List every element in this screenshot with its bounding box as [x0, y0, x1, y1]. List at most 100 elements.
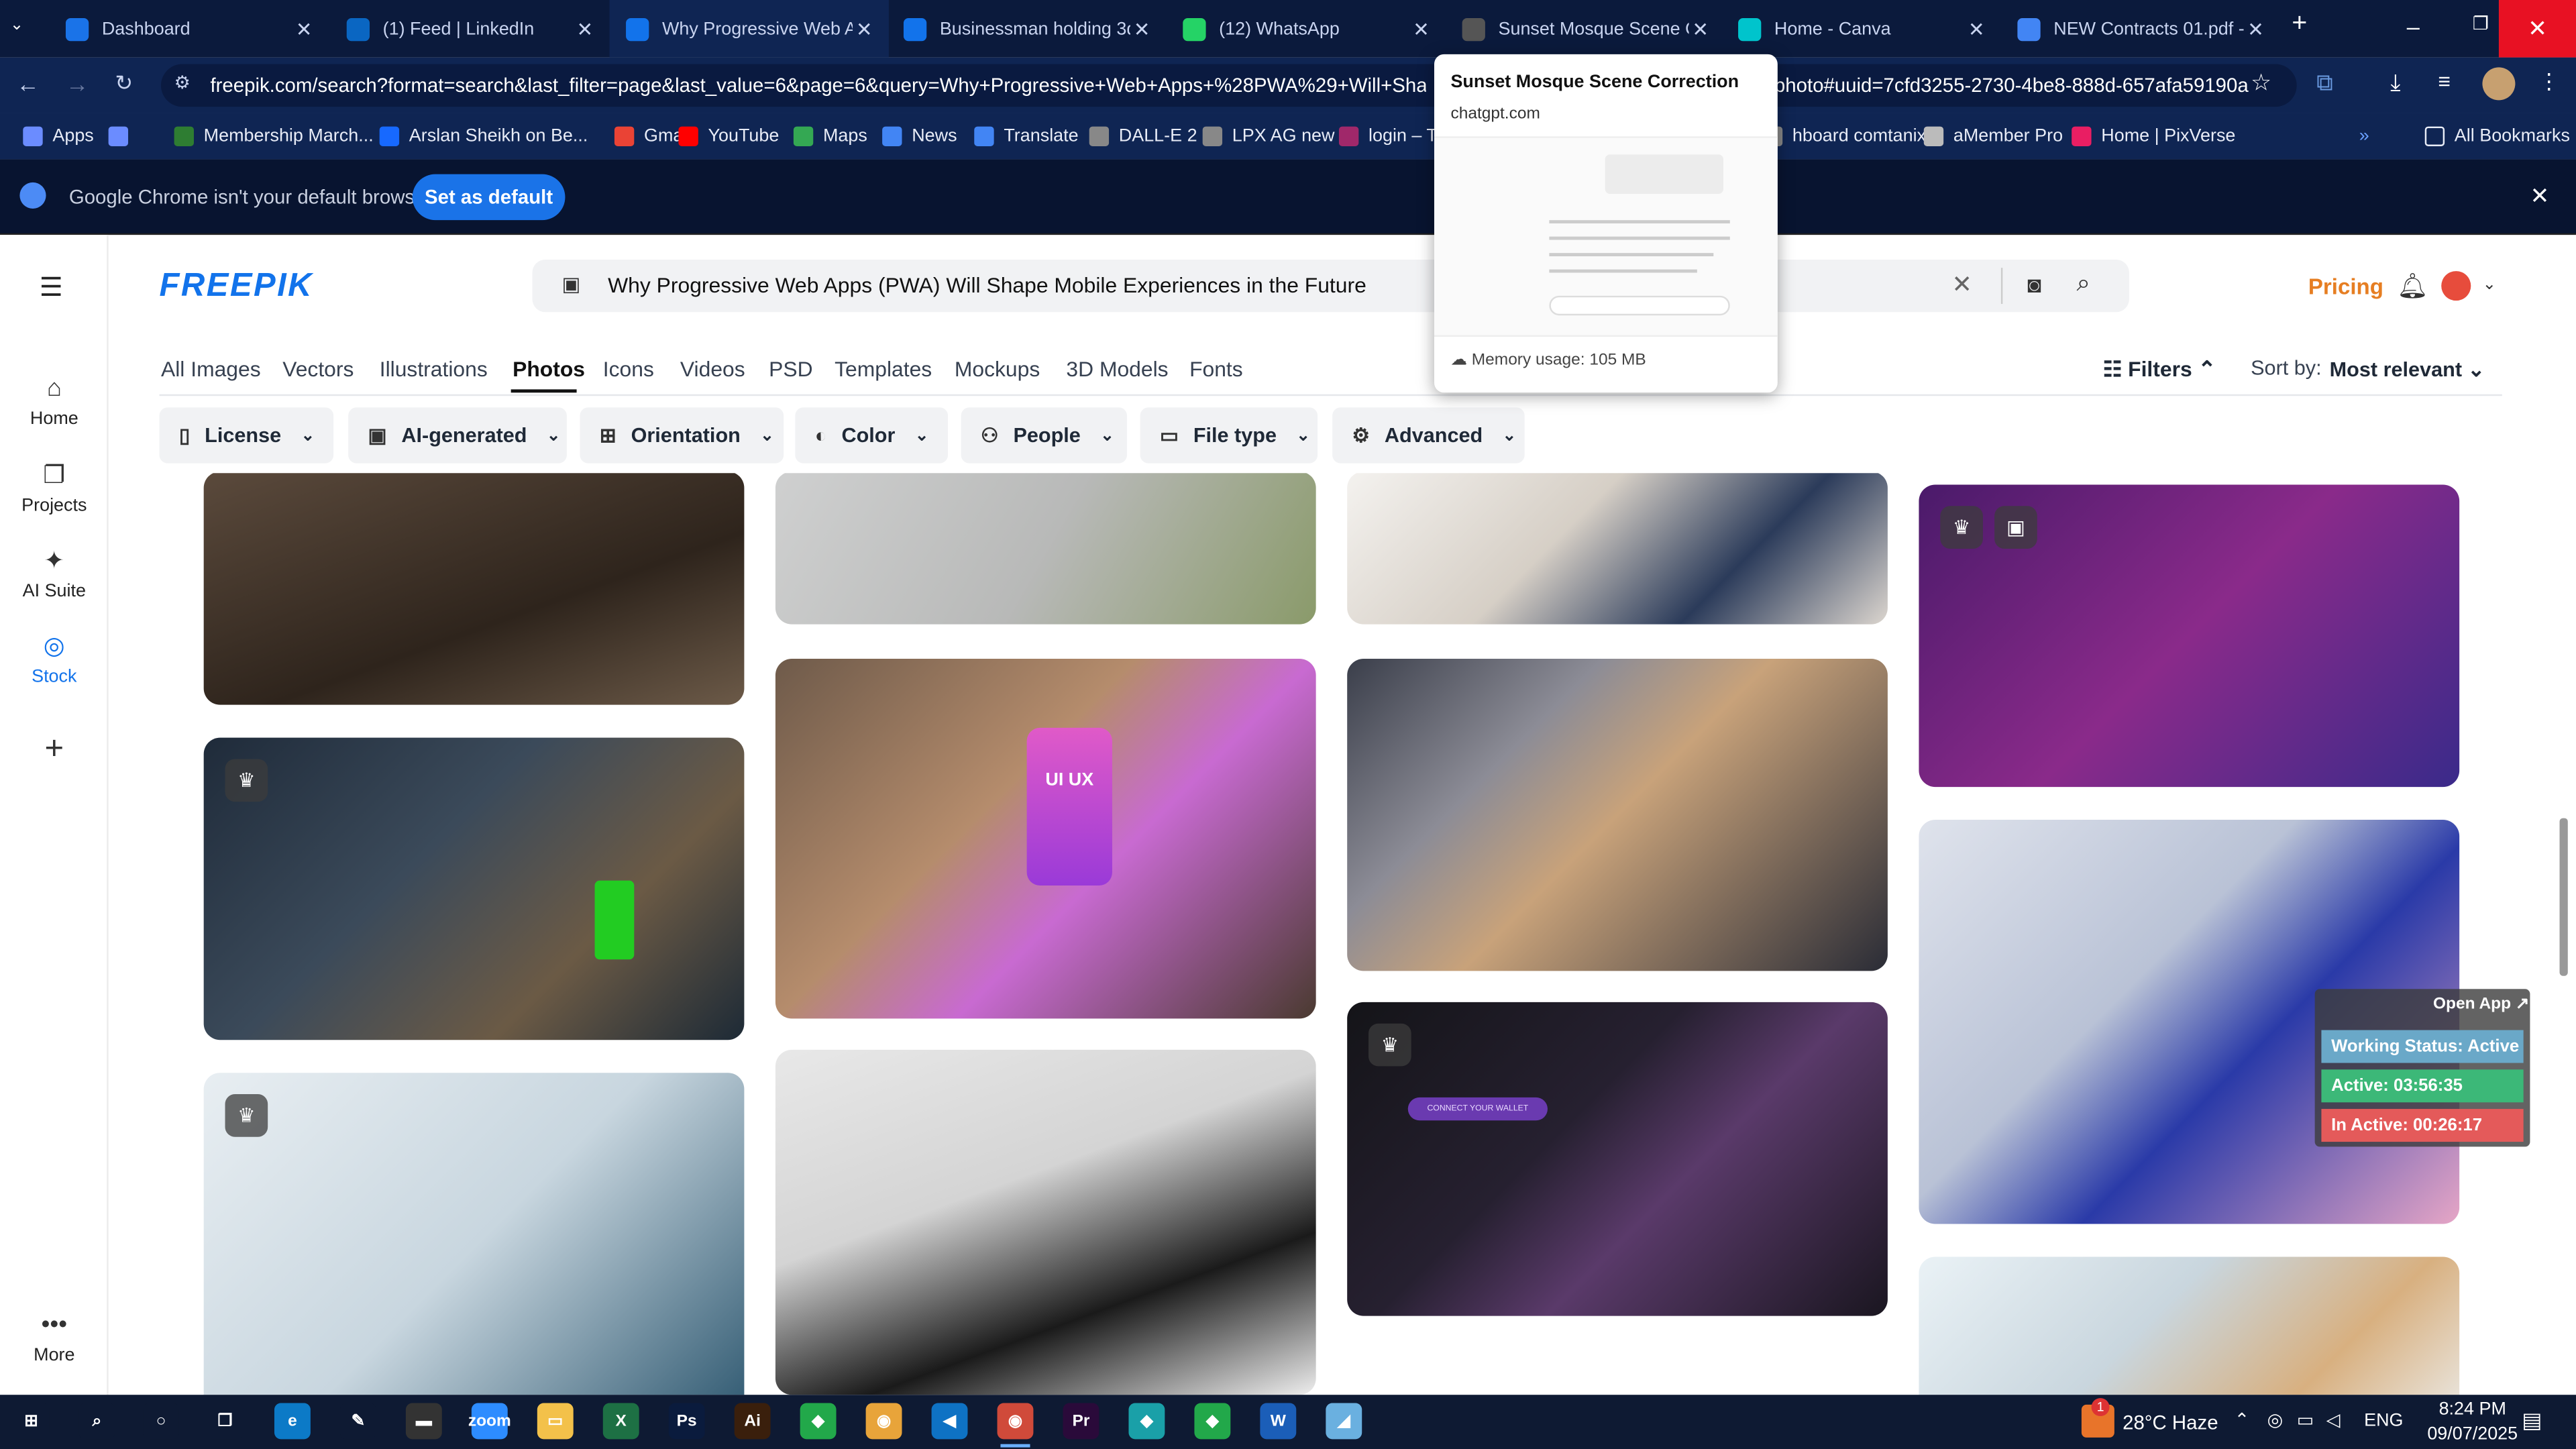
- green-app-2-icon[interactable]: ◆: [1194, 1403, 1231, 1440]
- clock-date[interactable]: 09/07/2025: [2426, 1424, 2518, 1444]
- file-explorer-icon[interactable]: ▭: [537, 1403, 574, 1440]
- language-indicator[interactable]: ENG: [2364, 1411, 2403, 1431]
- filter-chip[interactable]: ▣ AI-generated ⌄: [348, 407, 567, 464]
- bookmark-star-icon[interactable]: ☆: [2251, 69, 2271, 97]
- task-view-icon[interactable]: ❐: [207, 1403, 244, 1440]
- browser-tab[interactable]: NEW Contracts 01.pdf - 8 ✕: [2001, 0, 2280, 58]
- restore-button[interactable]: ❐: [2473, 13, 2489, 34]
- filters-toggle[interactable]: ☷ Filters ⌃: [2103, 356, 2216, 382]
- account-chevron-icon[interactable]: ⌄: [2482, 276, 2496, 294]
- tab-close-icon[interactable]: ✕: [1409, 17, 1432, 40]
- bookmark-item[interactable]: News: [882, 113, 957, 160]
- nav-item[interactable]: ◎ Stock: [0, 631, 109, 687]
- bookmark-item[interactable]: YouTube: [678, 113, 779, 160]
- nav-item[interactable]: ⌂ Home: [0, 374, 109, 429]
- word-icon[interactable]: W: [1260, 1403, 1297, 1440]
- excel-icon[interactable]: X: [602, 1403, 639, 1440]
- notification-bell-icon[interactable]: 🔔︎: [2397, 271, 2428, 301]
- filter-chip[interactable]: ⚇ People ⌄: [961, 407, 1128, 464]
- search-icon[interactable]: ⌕: [78, 1403, 115, 1440]
- chrome-active-icon[interactable]: ◉: [997, 1403, 1034, 1448]
- hands-phone-ui-ux-photo[interactable]: UI UX: [775, 659, 1316, 1019]
- browser-tab[interactable]: Home - Canva ✕: [1722, 0, 2001, 58]
- blue-app-icon[interactable]: ◢: [1326, 1403, 1362, 1440]
- category-tab[interactable]: Icons: [603, 356, 654, 381]
- browser-tab[interactable]: Sunset Mosque Scene Co ✕: [1446, 0, 1725, 58]
- site-info-icon[interactable]: ⚙: [174, 72, 191, 93]
- search-box[interactable]: ▣ Why Progressive Web Apps (PWA) Will Sh…: [532, 259, 2129, 313]
- nav-item[interactable]: ✦ AI Suite: [0, 545, 109, 602]
- media-icon[interactable]: ≡: [2438, 69, 2451, 94]
- tab-close-icon[interactable]: ✕: [1689, 17, 1712, 40]
- weather-text[interactable]: 28°C Haze: [2123, 1411, 2218, 1434]
- set-default-button[interactable]: Set as default: [412, 174, 566, 221]
- bookmark-item[interactable]: aMember Pro: [1923, 113, 2063, 160]
- tab-close-icon[interactable]: ✕: [574, 17, 596, 40]
- sort-dropdown[interactable]: Most relevant ⌄: [2330, 356, 2485, 381]
- close-window-button[interactable]: ✕: [2498, 0, 2576, 58]
- browser-tab[interactable]: Businessman holding 3d ✕: [887, 0, 1166, 58]
- filter-chip[interactable]: ◐ Color ⌄: [795, 407, 949, 464]
- tab-close-icon[interactable]: ✕: [292, 17, 315, 40]
- download-icon[interactable]: ⤓: [2390, 69, 2400, 97]
- tray-camera-icon[interactable]: ◎: [2267, 1409, 2284, 1431]
- hamburger-menu-icon[interactable]: ☰: [40, 271, 63, 304]
- bookmark-item[interactable]: hboard comtanix: [1762, 113, 1926, 160]
- nav-item[interactable]: +: [0, 731, 109, 775]
- filter-chip[interactable]: ⚙ Advanced ⌄: [1332, 407, 1525, 464]
- tab-close-icon[interactable]: ✕: [1130, 17, 1153, 40]
- tab-search-icon[interactable]: ⌄: [10, 16, 24, 34]
- tablet-paint-splash-photo[interactable]: [775, 1049, 1316, 1395]
- category-tab[interactable]: Templates: [835, 356, 932, 381]
- category-tab[interactable]: PSD: [769, 356, 812, 381]
- category-tab[interactable]: Illustrations: [380, 356, 488, 381]
- browser-tab[interactable]: (12) WhatsApp ✕: [1167, 0, 1446, 58]
- search-input[interactable]: Why Progressive Web Apps (PWA) Will Shap…: [608, 273, 1366, 298]
- freepik-logo[interactable]: FREEPIK: [160, 268, 313, 305]
- chrome-menu-icon[interactable]: ⋮: [2538, 69, 2560, 95]
- man-desk-green-phone-photo[interactable]: ♛: [203, 737, 745, 1040]
- tab-close-icon[interactable]: ✕: [853, 17, 875, 40]
- browser-tab[interactable]: Why Progressive Web Ap ✕: [609, 0, 889, 58]
- edge-icon[interactable]: e: [274, 1403, 311, 1440]
- tray-chevron-icon[interactable]: ⌃: [2235, 1409, 2250, 1431]
- zoom-icon[interactable]: zoom: [468, 1403, 511, 1440]
- premiere-icon[interactable]: Pr: [1063, 1403, 1099, 1440]
- bookmark-item[interactable]: DALL-E 2: [1089, 113, 1197, 160]
- vscode-icon[interactable]: ◀: [931, 1403, 968, 1440]
- more-bookmarks-icon[interactable]: »: [2359, 113, 2369, 160]
- isometric-phone-apps-illustration[interactable]: ♛ ▣: [1919, 484, 2460, 788]
- photoshop-icon[interactable]: Ps: [668, 1403, 705, 1440]
- reload-icon[interactable]: ↻: [115, 70, 133, 97]
- bookmark-item[interactable]: login – To: [1338, 113, 1446, 160]
- bookmark-item[interactable]: Maps: [793, 113, 867, 160]
- hands-tablet-hologram-photo[interactable]: ♛: [203, 1073, 745, 1395]
- bookmark-item[interactable]: Apps: [23, 113, 94, 160]
- infobar-close-icon[interactable]: ✕: [2530, 182, 2549, 211]
- page-scrollbar-thumb[interactable]: [2559, 818, 2568, 976]
- bookmark-item[interactable]: Translate: [974, 113, 1079, 160]
- teal-app-icon[interactable]: ◆: [1128, 1403, 1165, 1440]
- nav-item[interactable]: ••• More: [0, 1311, 109, 1365]
- cortana-icon[interactable]: ○: [143, 1403, 179, 1440]
- bookmark-item[interactable]: Home | PixVerse: [2072, 113, 2235, 160]
- wallet-hand-phone-photo[interactable]: ♛ CONNECT YOUR WALLET: [1347, 1002, 1888, 1316]
- category-tab[interactable]: Videos: [680, 356, 745, 381]
- bookmark-item[interactable]: Membership March...: [174, 113, 374, 160]
- women-laptop-office-photo[interactable]: [1919, 1256, 2460, 1395]
- category-tab[interactable]: All Images: [161, 356, 261, 381]
- tab-close-icon[interactable]: ✕: [2244, 17, 2267, 40]
- all-bookmarks[interactable]: All Bookmarks: [2424, 113, 2570, 160]
- illustrator-icon[interactable]: Ai: [734, 1403, 771, 1440]
- bookmark-item[interactable]: Arslan Sheikh on Be...: [379, 113, 588, 160]
- new-tab-button[interactable]: +: [2292, 10, 2307, 40]
- address-bar[interactable]: ⚙ freepik.com/search?format=search&last_…: [161, 64, 2297, 107]
- category-tab[interactable]: Photos: [513, 356, 585, 381]
- volume-icon[interactable]: ◁: [2326, 1409, 2341, 1431]
- bookmark-item[interactable]: [108, 113, 138, 160]
- search-icon[interactable]: ⌕: [2077, 270, 2091, 298]
- minimize-button[interactable]: –: [2407, 13, 2420, 40]
- network-icon[interactable]: ▭: [2297, 1409, 2314, 1431]
- forward-icon[interactable]: →: [66, 70, 89, 97]
- browser-tab[interactable]: Dashboard ✕: [49, 0, 328, 58]
